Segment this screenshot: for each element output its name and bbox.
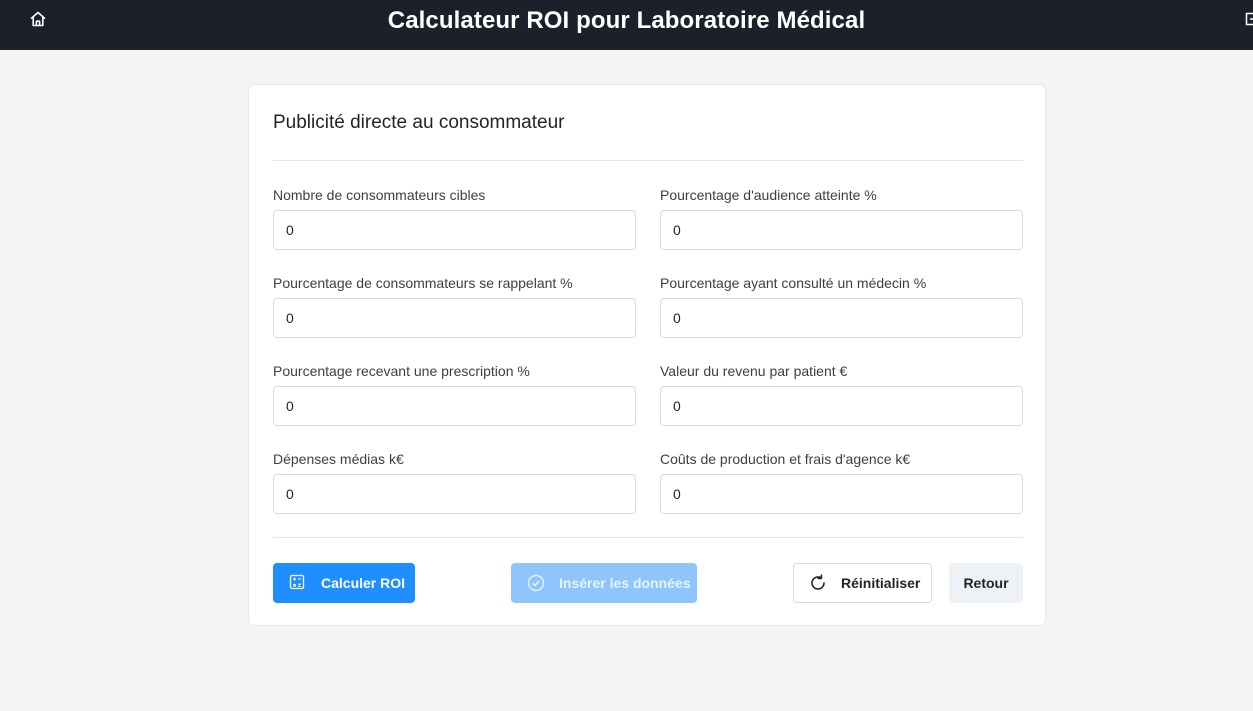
audience-reached-input[interactable] xyxy=(660,210,1023,250)
production-costs-input[interactable] xyxy=(660,474,1023,514)
calculate-roi-label: Calculer ROI xyxy=(321,575,406,591)
back-button[interactable]: Retour xyxy=(949,563,1023,603)
app-title: Calculateur ROI pour Laboratoire Médical xyxy=(387,7,866,34)
header-divider xyxy=(273,160,1023,161)
label-production-costs: Coûts de production et frais d'agence k€ xyxy=(660,451,911,467)
calculator-icon xyxy=(289,574,307,592)
label-revenue-per-patient: Valeur du revenu par patient € xyxy=(660,363,848,379)
logout-button[interactable] xyxy=(1244,11,1253,27)
footer-divider xyxy=(273,537,1023,538)
label-target-consumers: Nombre de consommateurs cibles xyxy=(273,187,486,203)
card-title: Publicité directe au consommateur xyxy=(273,112,565,133)
insert-data-button[interactable]: Insérer les données xyxy=(511,563,697,603)
consulted-doctor-input[interactable] xyxy=(660,298,1023,338)
calculate-roi-button[interactable]: Calculer ROI xyxy=(273,563,415,603)
reset-label: Réinitialiser xyxy=(841,575,921,591)
top-bar: Calculateur ROI pour Laboratoire Médical xyxy=(0,0,1253,50)
roi-form-card: Publicité directe au consommateur Nombre… xyxy=(248,84,1046,626)
label-consulted-doctor: Pourcentage ayant consulté un médecin % xyxy=(660,275,927,291)
insert-data-label: Insérer les données xyxy=(559,575,691,591)
label-prescription: Pourcentage recevant une prescription % xyxy=(273,363,530,379)
back-label: Retour xyxy=(963,575,1009,591)
label-audience-reached: Pourcentage d'audience atteinte % xyxy=(660,187,877,203)
target-consumers-input[interactable] xyxy=(273,210,636,250)
consumers-recall-input[interactable] xyxy=(273,298,636,338)
check-circle-icon xyxy=(527,574,545,592)
refresh-icon xyxy=(809,574,827,592)
revenue-per-patient-input[interactable] xyxy=(660,386,1023,426)
prescription-input[interactable] xyxy=(273,386,636,426)
media-spend-input[interactable] xyxy=(273,474,636,514)
reset-button[interactable]: Réinitialiser xyxy=(793,563,932,603)
logout-icon xyxy=(1245,12,1253,26)
label-consumers-recall: Pourcentage de consommateurs se rappelan… xyxy=(273,275,573,291)
label-media-spend: Dépenses médias k€ xyxy=(273,451,404,467)
